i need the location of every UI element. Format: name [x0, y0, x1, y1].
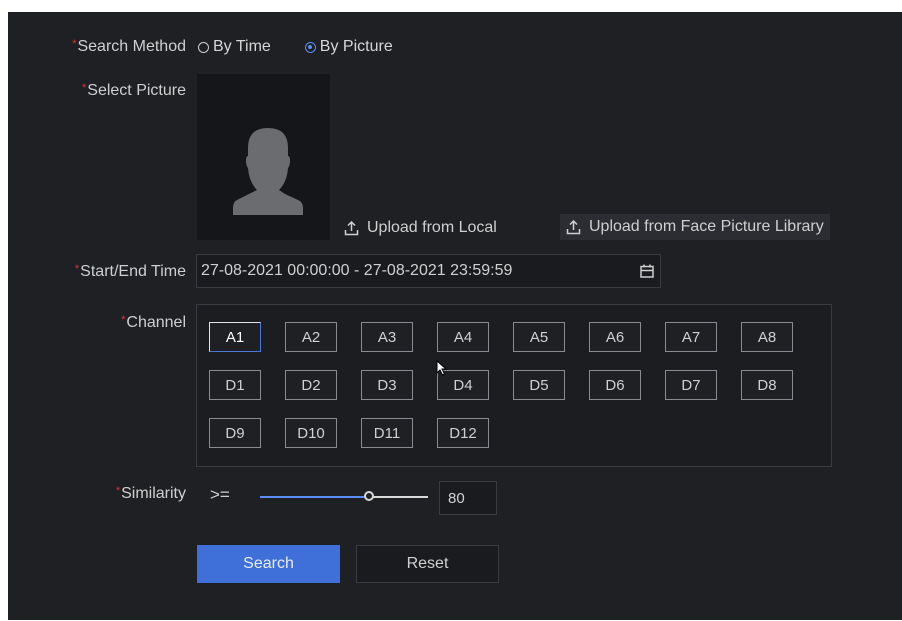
- channel-a1-button[interactable]: A1: [209, 322, 261, 352]
- reset-button[interactable]: Reset: [356, 545, 499, 583]
- channel-d11-button[interactable]: D11: [361, 418, 413, 448]
- radio-checked-icon: [304, 41, 316, 53]
- channel-a7-button[interactable]: A7: [665, 322, 717, 352]
- similarity-label: *Similarity: [115, 485, 186, 502]
- slider-fill: [260, 496, 370, 498]
- channel-a8-button[interactable]: A8: [741, 322, 793, 352]
- channel-d8-button[interactable]: D8: [741, 370, 793, 400]
- channel-d6-button[interactable]: D6: [589, 370, 641, 400]
- channel-a5-button[interactable]: A5: [513, 322, 565, 352]
- radio-unchecked-icon: [198, 41, 209, 53]
- select-picture-label: *Select Picture: [82, 82, 186, 99]
- upload-from-face-library-button[interactable]: Upload from Face Picture Library: [560, 214, 830, 240]
- channel-d9-button[interactable]: D9: [209, 418, 261, 448]
- person-silhouette-icon: [233, 128, 303, 215]
- search-method-label: *Search Method: [72, 38, 186, 55]
- start-end-time-input[interactable]: 27-08-2021 00:00:00 - 27-08-2021 23:59:5…: [196, 254, 661, 288]
- channel-d10-button[interactable]: D10: [285, 418, 337, 448]
- channel-a3-button[interactable]: A3: [361, 322, 413, 352]
- channel-d7-button[interactable]: D7: [665, 370, 717, 400]
- upload-from-local-button[interactable]: Upload from Local: [344, 219, 497, 237]
- channel-d2-button[interactable]: D2: [285, 370, 337, 400]
- radio-by-picture[interactable]: By Picture: [304, 38, 393, 56]
- radio-by-time[interactable]: By Time: [198, 38, 271, 56]
- channel-a6-button[interactable]: A6: [589, 322, 641, 352]
- channel-grid: A1 A2 A3 A4 A5 A6 A7 A8 D1 D2 D3 D4 D5 D6 D7 D8 D9 D10 D11…: [196, 304, 832, 467]
- channel-d3-button[interactable]: D3: [361, 370, 413, 400]
- channel-d5-button[interactable]: D5: [513, 370, 565, 400]
- calendar-icon[interactable]: [640, 264, 654, 278]
- upload-icon: [566, 219, 581, 234]
- similarity-value-input[interactable]: 80: [439, 481, 497, 515]
- upload-icon: [344, 220, 359, 235]
- similarity-operator: >=: [210, 485, 230, 504]
- channel-d1-button[interactable]: D1: [209, 370, 261, 400]
- channel-a2-button[interactable]: A2: [285, 322, 337, 352]
- channel-d12-button[interactable]: D12: [437, 418, 489, 448]
- mouse-cursor-icon: [436, 360, 448, 376]
- search-method-options: By Time By Picture: [198, 38, 427, 56]
- start-end-time-label: *Start/End Time: [74, 263, 186, 280]
- channel-label: *Channel: [121, 314, 186, 331]
- search-button[interactable]: Search: [197, 545, 340, 583]
- similarity-slider[interactable]: [260, 491, 428, 501]
- channel-a4-button[interactable]: A4: [437, 322, 489, 352]
- picture-preview[interactable]: [197, 74, 330, 240]
